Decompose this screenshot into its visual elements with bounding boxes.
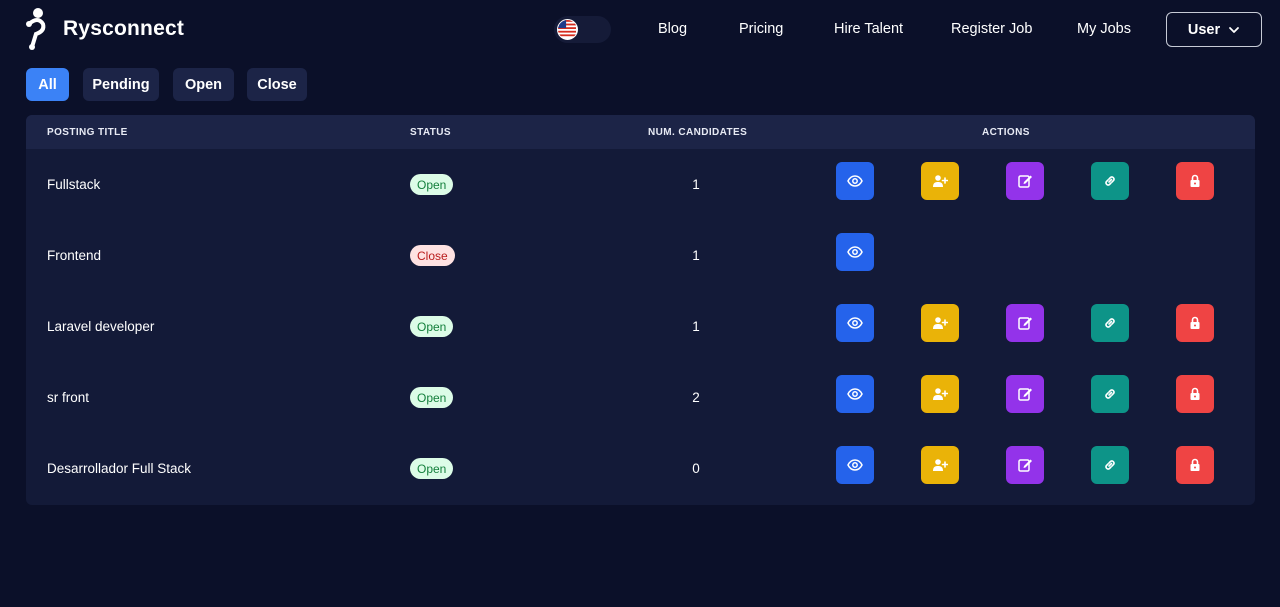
link-icon [1105, 389, 1115, 399]
view-button[interactable] [836, 304, 874, 342]
eye-icon [847, 317, 863, 329]
user-menu-label: User [1187, 21, 1221, 38]
table-row: Fullstack Open 1 [26, 149, 1255, 220]
edit-icon [1018, 175, 1032, 188]
link-icon [1105, 460, 1115, 470]
user-plus-icon [933, 317, 948, 329]
candidate-count: 1 [692, 319, 700, 334]
share-link-button[interactable] [1091, 304, 1129, 342]
edit-button[interactable] [1006, 162, 1044, 200]
candidate-count: 0 [692, 461, 700, 476]
user-plus-icon [933, 388, 948, 400]
filter-close[interactable]: Close [247, 68, 307, 101]
candidate-count: 1 [692, 248, 700, 263]
add-candidate-button[interactable] [921, 375, 959, 413]
close-job-button[interactable] [1176, 304, 1214, 342]
edit-button[interactable] [1006, 446, 1044, 484]
share-link-button[interactable] [1091, 446, 1129, 484]
lock-icon [1190, 316, 1200, 329]
column-actions: ACTIONS [982, 127, 1030, 138]
table-header: POSTING TITLE STATUS NUM. CANDIDATES ACT… [26, 115, 1255, 149]
posting-title[interactable]: sr front [47, 390, 89, 405]
column-num-candidates: NUM. CANDIDATES [648, 127, 748, 138]
close-job-button[interactable] [1176, 446, 1214, 484]
nav-hire-talent[interactable]: Hire Talent [834, 21, 903, 37]
filter-all[interactable]: All [26, 68, 69, 101]
view-button[interactable] [836, 233, 874, 271]
status-badge: Open [410, 387, 454, 408]
nav-blog[interactable]: Blog [658, 21, 687, 37]
lock-icon [1190, 387, 1200, 400]
add-candidate-button[interactable] [921, 446, 959, 484]
status-badge: Open [410, 174, 454, 195]
rysconnect-logo-icon[interactable] [22, 7, 50, 51]
view-button[interactable] [836, 162, 874, 200]
status-badge: Close [410, 245, 455, 266]
column-status: STATUS [410, 127, 451, 138]
posting-title[interactable]: Frontend [47, 248, 101, 263]
candidate-count: 1 [692, 177, 700, 192]
column-posting-title: POSTING TITLE [47, 127, 128, 138]
share-link-button[interactable] [1091, 375, 1129, 413]
close-job-button[interactable] [1176, 375, 1214, 413]
lock-icon [1190, 174, 1200, 187]
add-candidate-button[interactable] [921, 162, 959, 200]
edit-button[interactable] [1006, 304, 1044, 342]
user-plus-icon [933, 459, 948, 471]
user-menu-button[interactable]: User [1166, 12, 1262, 47]
nav-pricing[interactable]: Pricing [739, 21, 783, 37]
language-toggle[interactable] [554, 16, 611, 43]
table-row: Laravel developer Open 1 [26, 291, 1255, 362]
status-badge: Open [410, 458, 454, 479]
edit-icon [1018, 388, 1032, 401]
chevron-down-icon [1229, 26, 1240, 33]
brand-name[interactable]: Rysconnect [63, 17, 184, 41]
edit-button[interactable] [1006, 375, 1044, 413]
close-job-button[interactable] [1176, 162, 1214, 200]
posting-title[interactable]: Laravel developer [47, 319, 154, 334]
table-row: Frontend Close 1 [26, 220, 1255, 291]
posting-title[interactable]: Fullstack [47, 177, 100, 192]
posting-title[interactable]: Desarrollador Full Stack [47, 461, 191, 476]
table-row: Desarrollador Full Stack Open 0 [26, 433, 1255, 504]
lock-icon [1190, 458, 1200, 471]
edit-icon [1018, 317, 1032, 330]
edit-icon [1018, 459, 1032, 472]
job-postings-table: POSTING TITLE STATUS NUM. CANDIDATES ACT… [26, 115, 1255, 505]
status-badge: Open [410, 316, 454, 337]
eye-icon [847, 175, 863, 187]
view-button[interactable] [836, 375, 874, 413]
candidate-count: 2 [692, 390, 700, 405]
nav-my-jobs[interactable]: My Jobs [1077, 21, 1131, 37]
link-icon [1105, 176, 1115, 186]
add-candidate-button[interactable] [921, 304, 959, 342]
user-plus-icon [933, 175, 948, 187]
link-icon [1105, 318, 1115, 328]
filter-open[interactable]: Open [173, 68, 234, 101]
share-link-button[interactable] [1091, 162, 1129, 200]
eye-icon [847, 246, 863, 258]
nav-register-job[interactable]: Register Job [951, 21, 1032, 37]
top-navbar: Rysconnect Blog Pricing Hire Talent Regi… [0, 0, 1280, 60]
table-row: sr front Open 2 [26, 362, 1255, 433]
filter-pending[interactable]: Pending [83, 68, 159, 101]
view-button[interactable] [836, 446, 874, 484]
us-flag-icon [557, 19, 578, 40]
eye-icon [847, 388, 863, 400]
eye-icon [847, 459, 863, 471]
